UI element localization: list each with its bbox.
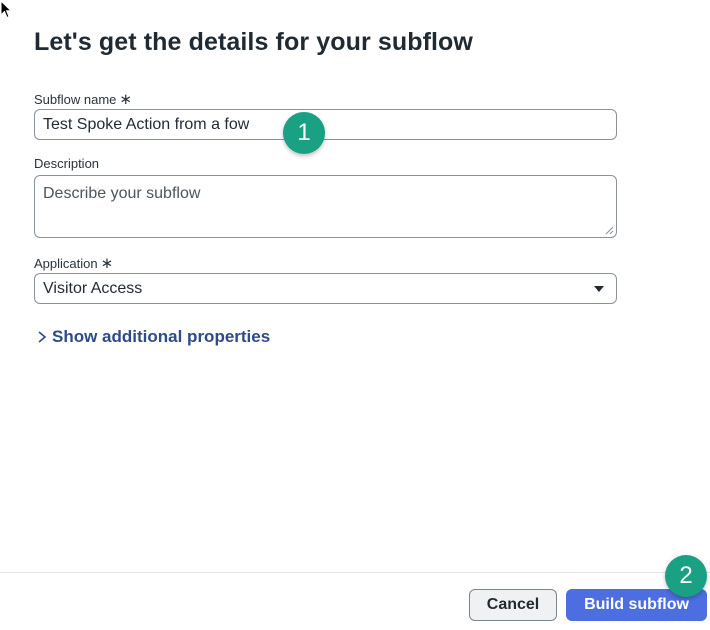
resize-grip-icon[interactable] <box>605 226 614 235</box>
subflow-name-value: Test Spoke Action from a fow <box>43 115 250 133</box>
mouse-pointer-icon <box>0 0 12 19</box>
description-label: Description <box>34 156 100 171</box>
description-placeholder: Describe your subflow <box>43 185 201 202</box>
page-title: Let's get the details for your subflow <box>34 28 473 56</box>
description-textarea[interactable]: Describe your subflow <box>34 175 617 238</box>
subflow-dialog: Let's get the details for your subflow S… <box>0 0 710 630</box>
cancel-button[interactable]: Cancel <box>469 589 557 621</box>
caret-down-icon <box>594 285 604 292</box>
footer-divider <box>0 572 710 573</box>
step-badge-1: 1 <box>283 112 325 154</box>
required-icon: ∗ <box>100 255 114 272</box>
chevron-right-icon <box>38 331 47 343</box>
subflow-name-label-text: Subflow name <box>34 92 117 107</box>
application-label: Application ∗ <box>34 254 113 272</box>
application-label-text: Application <box>34 256 98 271</box>
subflow-name-input[interactable]: Test Spoke Action from a fow <box>34 109 617 140</box>
required-icon: ∗ <box>119 91 132 108</box>
show-additional-properties-label: Show additional properties <box>52 327 271 346</box>
show-additional-properties-link[interactable]: Show additional properties <box>36 327 270 347</box>
application-select[interactable]: Visitor Access <box>34 273 617 304</box>
step-badge-2: 2 <box>665 555 707 597</box>
subflow-name-label: Subflow name ∗ <box>34 90 132 108</box>
application-selected-value: Visitor Access <box>43 279 143 297</box>
